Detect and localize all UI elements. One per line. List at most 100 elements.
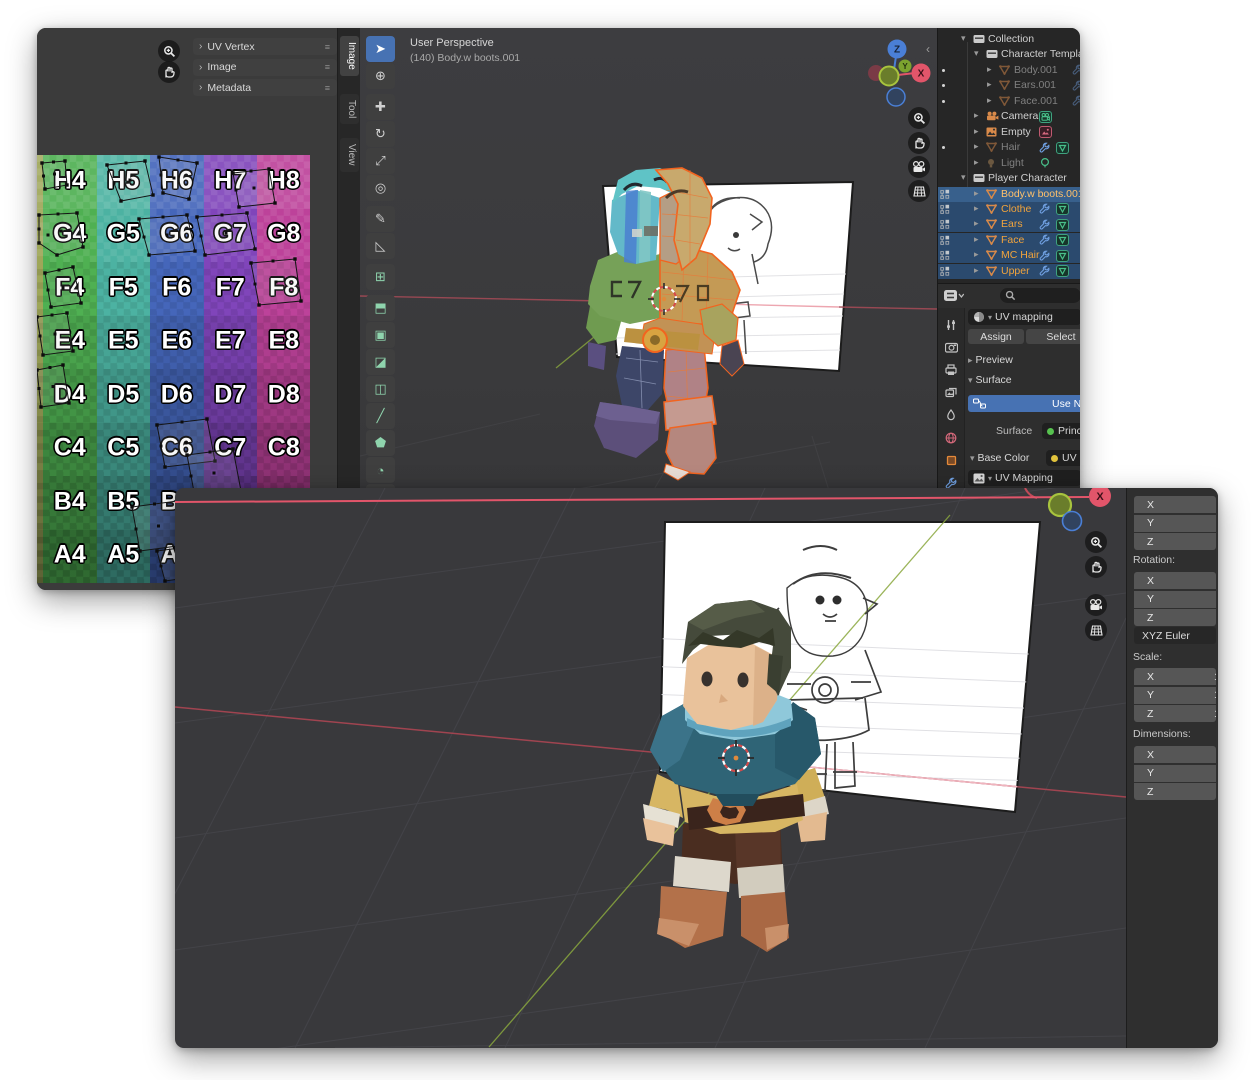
properties-tab-output[interactable] xyxy=(942,361,960,379)
outliner-row-mc-hair[interactable]: ▸MC Hair xyxy=(938,248,1080,263)
outliner-row-collection[interactable]: ▾Collection xyxy=(938,32,1080,47)
tool-move[interactable]: ✚ xyxy=(366,94,395,120)
viewport-pan-button[interactable] xyxy=(908,132,930,154)
outliner-row-empty[interactable]: ▸Empty xyxy=(938,125,1080,140)
properties-tab-render[interactable] xyxy=(942,339,960,357)
tool-inset-faces[interactable]: ▣ xyxy=(366,322,395,348)
location-z-field[interactable]: Z xyxy=(1134,533,1216,550)
tool-poly-build[interactable]: ⬟ xyxy=(366,430,395,456)
outliner-row-face-001[interactable]: ▸Face.001 xyxy=(938,94,1080,109)
wrench-icon[interactable] xyxy=(1039,203,1050,217)
wrench-faded-icon[interactable] xyxy=(1072,95,1080,109)
expand-caret-icon[interactable]: ▸ xyxy=(974,188,979,199)
pan-button[interactable] xyxy=(158,61,180,83)
location-x-field[interactable]: X xyxy=(1134,496,1216,513)
wrench-icon[interactable] xyxy=(1039,250,1050,264)
editor-type-button[interactable] xyxy=(944,289,964,303)
camera-view-button[interactable] xyxy=(908,156,930,178)
search-field[interactable] xyxy=(1000,288,1080,303)
expand-caret-icon[interactable]: ▸ xyxy=(987,64,992,75)
tab-image[interactable]: Image xyxy=(340,36,359,76)
camera-view-button[interactable] xyxy=(1085,594,1107,616)
tool-scale[interactable]: ⤢ xyxy=(366,148,395,174)
tab-view[interactable]: View xyxy=(340,138,359,172)
base-color-value-field[interactable]: UV Mapping xyxy=(1046,450,1080,466)
dimension-x-field[interactable]: X xyxy=(1134,746,1216,763)
expand-caret-icon[interactable]: ▸ xyxy=(974,218,979,229)
outliner-row-hair[interactable]: ▸Hair xyxy=(938,140,1080,155)
scale-z-field[interactable]: Z1 xyxy=(1134,705,1216,722)
outliner-row-ears[interactable]: ▸Ears xyxy=(938,217,1080,232)
material-datablock-selector[interactable]: ▾ UV mapping xyxy=(968,309,1080,325)
zoom-button[interactable] xyxy=(158,40,180,62)
tool-cursor[interactable]: ⊕ xyxy=(366,63,395,89)
tool-knife[interactable]: ╱ xyxy=(366,403,395,429)
mesh-box-icon[interactable] xyxy=(1056,250,1069,265)
tool-bevel[interactable]: ◪ xyxy=(366,349,395,375)
tool-loop-cut[interactable]: ◫ xyxy=(366,376,395,402)
outliner-row-clothe[interactable]: ▸Clothe xyxy=(938,202,1080,217)
properties-tab-world[interactable] xyxy=(942,429,960,447)
rotation-x-field[interactable]: X xyxy=(1134,572,1216,589)
light-ring-icon[interactable] xyxy=(1039,157,1051,172)
rotation-y-field[interactable]: Y xyxy=(1134,591,1216,608)
wrench-icon[interactable] xyxy=(1039,234,1050,248)
expand-caret-icon[interactable]: ▸ xyxy=(974,265,979,276)
tool-transform[interactable]: ◎ xyxy=(366,175,395,201)
outliner-row-body-w-boots-001[interactable]: ▸Body.w boots.001 xyxy=(938,187,1080,202)
rotation-z-field[interactable]: Z xyxy=(1134,609,1216,626)
properties-tab-object[interactable] xyxy=(942,451,960,469)
expand-caret-icon[interactable]: ▸ xyxy=(987,79,992,90)
outliner-row-ears-001[interactable]: ▸Ears.001 xyxy=(938,78,1080,93)
scale-y-field[interactable]: Y1 xyxy=(1134,687,1216,704)
mesh-box-icon[interactable] xyxy=(1056,203,1069,218)
tool-extrude-region[interactable]: ⬒ xyxy=(366,295,395,321)
mesh-box-icon[interactable] xyxy=(1056,142,1069,157)
properties-tab-tool[interactable] xyxy=(942,316,960,334)
tool-measure[interactable]: ◺ xyxy=(366,233,395,259)
tool-select-box[interactable]: ➤ xyxy=(366,36,395,62)
expand-caret-icon[interactable]: ▾ xyxy=(961,33,966,44)
expand-caret-icon[interactable]: ▸ xyxy=(974,157,979,168)
properties-tab-scene[interactable] xyxy=(942,406,960,424)
wrench-icon[interactable] xyxy=(1039,265,1050,279)
panel-header-uv-vertex[interactable]: ›UV Vertex≡ xyxy=(193,38,337,55)
outliner-row-camera[interactable]: ▸Camera xyxy=(938,109,1080,124)
texture-datablock-selector[interactable]: ▾ UV Mapping xyxy=(968,470,1080,486)
scale-x-field[interactable]: X1 xyxy=(1134,668,1216,685)
surface-section-header[interactable]: ▾ Surface xyxy=(968,374,1012,386)
outliner-row-player-character[interactable]: ▾Player Character xyxy=(938,171,1080,186)
expand-caret-icon[interactable]: ▸ xyxy=(974,249,979,260)
tool-rotate[interactable]: ↻ xyxy=(366,121,395,147)
viewport-pan-button[interactable] xyxy=(1085,556,1107,578)
panel-header-metadata[interactable]: ›Metadata≡ xyxy=(193,79,337,96)
expand-caret-icon[interactable]: ▸ xyxy=(974,234,979,245)
tab-tool[interactable]: Tool xyxy=(340,94,359,124)
mesh-box-icon[interactable] xyxy=(1056,234,1069,249)
outliner-row-character-template[interactable]: ▾Character Template xyxy=(938,47,1080,62)
outliner-row-upper[interactable]: ▸Upper xyxy=(938,264,1080,279)
image-box-icon[interactable] xyxy=(1039,126,1052,141)
assign-button[interactable]: Assign xyxy=(968,329,1024,344)
tool-add-cube[interactable]: ⊞ xyxy=(366,264,395,290)
expand-caret-icon[interactable]: ▸ xyxy=(974,141,979,152)
dimension-z-field[interactable]: Z xyxy=(1134,783,1216,800)
rotation-mode-select[interactable]: XYZ Euler xyxy=(1134,627,1216,644)
outliner-row-face[interactable]: ▸Face xyxy=(938,233,1080,248)
wrench-icon[interactable] xyxy=(1039,219,1050,233)
use-nodes-button[interactable]: Use Nodes xyxy=(968,395,1080,412)
location-y-field[interactable]: Y xyxy=(1134,515,1216,532)
outliner-row-light[interactable]: ▸Light xyxy=(938,156,1080,171)
orthographic-toggle-button[interactable] xyxy=(908,180,930,202)
camera-box-icon[interactable] xyxy=(1039,111,1052,126)
expand-caret-icon[interactable]: ▾ xyxy=(974,48,979,59)
expand-caret-icon[interactable]: ▸ xyxy=(987,95,992,106)
sidebar-collapse-arrow[interactable]: ‹ xyxy=(926,42,930,56)
wrench-faded-icon[interactable] xyxy=(1072,64,1080,78)
base-color-row-label[interactable]: ▾ Base Color xyxy=(970,452,1029,464)
wrench-faded-icon[interactable] xyxy=(1072,80,1080,94)
viewport-3d-object-mode[interactable]: X xyxy=(175,488,1126,1048)
select-button[interactable]: Select xyxy=(1026,329,1080,344)
expand-caret-icon[interactable]: ▸ xyxy=(974,126,979,137)
preview-section-header[interactable]: ▸ Preview xyxy=(968,354,1013,366)
